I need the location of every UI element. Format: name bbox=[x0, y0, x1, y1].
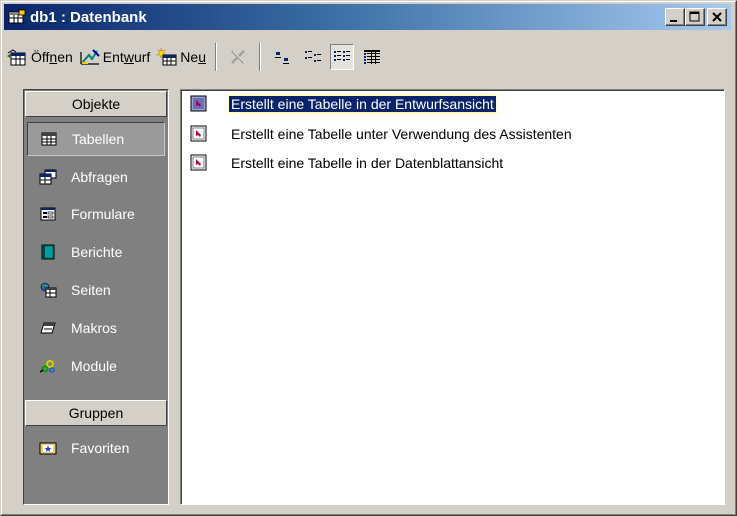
large-icons-view-button[interactable] bbox=[270, 44, 294, 70]
new-icon bbox=[156, 47, 178, 67]
database-window: db1 : Datenbank Öff n en Ent w urf Ne u … bbox=[0, 0, 737, 516]
database-icon bbox=[8, 9, 26, 25]
new-button[interactable]: Ne u bbox=[153, 42, 209, 72]
groups-header-button[interactable]: Gruppen bbox=[25, 400, 167, 426]
new-table-shortcut-icon bbox=[189, 95, 209, 113]
window-controls bbox=[665, 8, 727, 26]
toolbar-separator bbox=[258, 43, 261, 71]
small-icons-view-icon bbox=[304, 51, 321, 62]
open-label-post: en bbox=[57, 49, 73, 65]
favorites-folder-icon bbox=[39, 440, 57, 456]
sidebar-item-tables[interactable]: Tabellen bbox=[27, 122, 165, 156]
window-title: db1 : Datenbank bbox=[30, 8, 147, 26]
design-label-key: w bbox=[123, 49, 134, 65]
sidebar-item-label: Tabellen bbox=[72, 131, 125, 147]
sidebar-item-pages[interactable]: Seiten bbox=[27, 273, 165, 307]
sidebar-item-label: Abfragen bbox=[71, 169, 128, 185]
new-table-shortcut-icon bbox=[189, 154, 209, 172]
sidebar-item-label: Seiten bbox=[71, 282, 111, 298]
close-button[interactable] bbox=[707, 8, 727, 26]
objects-header-button[interactable]: Objekte bbox=[25, 91, 167, 117]
list-item-wizard[interactable]: Erstellt eine Tabelle unter Verwendung d… bbox=[189, 124, 574, 144]
module-icon bbox=[39, 358, 57, 374]
sidebar-item-label: Berichte bbox=[71, 244, 123, 260]
report-icon bbox=[39, 244, 57, 260]
list-view-icon bbox=[333, 51, 350, 61]
sidebar-item-modules[interactable]: Module bbox=[27, 349, 165, 383]
maximize-icon bbox=[689, 11, 700, 22]
objects-list: Erstellt eine Tabelle in der Entwurfsans… bbox=[180, 89, 725, 505]
query-icon bbox=[39, 169, 57, 185]
close-icon bbox=[712, 12, 722, 22]
sidebar-item-label: Favoriten bbox=[71, 440, 130, 456]
new-table-shortcut-icon bbox=[189, 125, 209, 143]
objects-bar: Objekte Tabellen Abfragen Formulare Beri… bbox=[23, 89, 169, 505]
delete-button[interactable] bbox=[226, 44, 250, 70]
sidebar-item-label: Module bbox=[71, 358, 117, 374]
minimize-button[interactable] bbox=[665, 8, 685, 26]
sidebar-item-favorites[interactable]: Favoriten bbox=[27, 431, 165, 465]
delete-icon bbox=[231, 50, 246, 64]
new-label-pre: Ne bbox=[180, 49, 199, 65]
list-item-label: Erstellt eine Tabelle in der Entwurfsans… bbox=[228, 95, 497, 113]
new-label-key: u bbox=[198, 49, 206, 65]
table-icon bbox=[40, 131, 58, 147]
toolbar: Öff n en Ent w urf Ne u bbox=[4, 33, 731, 81]
design-button[interactable]: Ent w urf bbox=[76, 42, 153, 72]
sidebar-item-queries[interactable]: Abfragen bbox=[27, 160, 165, 194]
design-icon bbox=[79, 47, 101, 67]
list-item-label: Erstellt eine Tabelle in der Datenblatta… bbox=[231, 155, 504, 171]
large-icons-view-icon bbox=[274, 52, 289, 64]
page-icon bbox=[39, 282, 57, 298]
macro-icon bbox=[39, 320, 57, 336]
small-icons-view-button[interactable] bbox=[300, 44, 324, 70]
open-icon bbox=[7, 47, 29, 67]
title-bar[interactable]: db1 : Datenbank bbox=[4, 4, 731, 30]
list-item-datasheet-view[interactable]: Erstellt eine Tabelle in der Datenblatta… bbox=[189, 153, 505, 173]
list-item-design-view[interactable]: Erstellt eine Tabelle in der Entwurfsans… bbox=[189, 94, 497, 114]
list-item-label: Erstellt eine Tabelle unter Verwendung d… bbox=[231, 126, 572, 142]
toolbar-separator bbox=[214, 43, 217, 71]
open-label-key: n bbox=[49, 49, 58, 65]
list-view-button[interactable] bbox=[329, 44, 354, 70]
design-label-pre: Ent bbox=[102, 49, 124, 65]
open-label-pre: Öff bbox=[31, 49, 50, 65]
open-button[interactable]: Öff n en bbox=[4, 42, 76, 72]
details-view-icon bbox=[363, 50, 380, 64]
sidebar-item-label: Makros bbox=[71, 320, 117, 336]
design-label-post: urf bbox=[133, 49, 151, 65]
minimize-icon bbox=[670, 20, 677, 22]
sidebar-item-label: Formulare bbox=[71, 206, 135, 222]
details-view-button[interactable] bbox=[360, 44, 384, 70]
sidebar-item-forms[interactable]: Formulare bbox=[27, 197, 165, 231]
sidebar-item-reports[interactable]: Berichte bbox=[27, 235, 165, 269]
sidebar-item-macros[interactable]: Makros bbox=[27, 311, 165, 345]
maximize-button[interactable] bbox=[685, 8, 705, 26]
form-icon bbox=[39, 206, 57, 222]
